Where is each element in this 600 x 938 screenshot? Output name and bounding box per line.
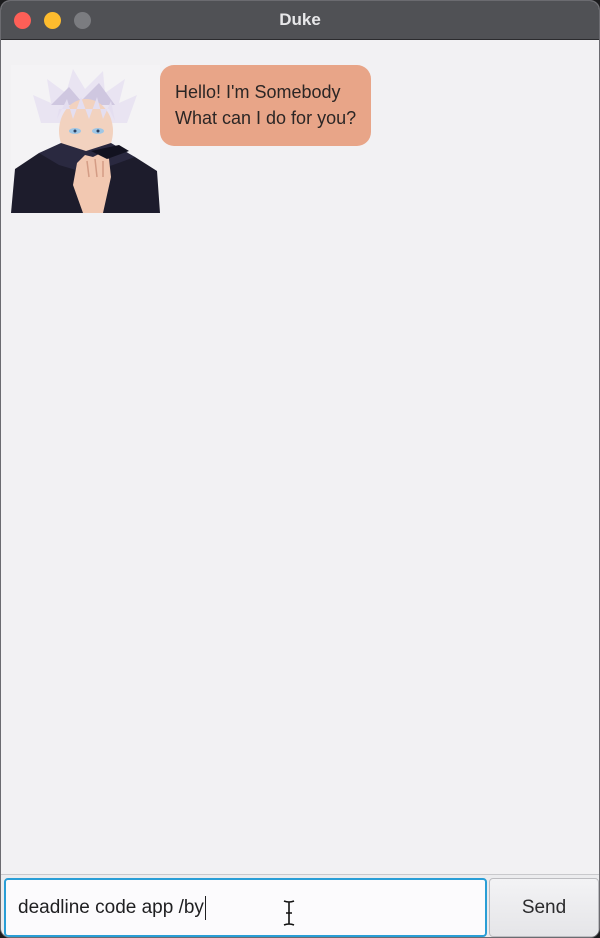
text-caret bbox=[204, 895, 206, 920]
dialog-container[interactable]: Hello! I'm Somebody What can I do for yo… bbox=[1, 41, 599, 874]
anime-character-avatar-icon bbox=[11, 69, 160, 213]
bot-message-bubble: Hello! I'm Somebody What can I do for yo… bbox=[160, 65, 371, 146]
app-window: Duke Hello! I'm Somebody What can I do f… bbox=[0, 0, 600, 938]
bot-avatar bbox=[11, 65, 160, 213]
message-line: Hello! I'm Somebody bbox=[175, 82, 341, 102]
input-bar: deadline code app /by Send bbox=[1, 874, 599, 937]
user-input-value: deadline code app /by bbox=[18, 896, 204, 918]
ibeam-cursor-icon bbox=[283, 900, 295, 926]
send-button[interactable]: Send bbox=[489, 878, 599, 937]
user-input-field[interactable]: deadline code app /by bbox=[4, 878, 487, 937]
window-title: Duke bbox=[279, 10, 321, 29]
title-bar: Duke bbox=[1, 1, 599, 40]
message-line: What can I do for you? bbox=[175, 108, 357, 128]
